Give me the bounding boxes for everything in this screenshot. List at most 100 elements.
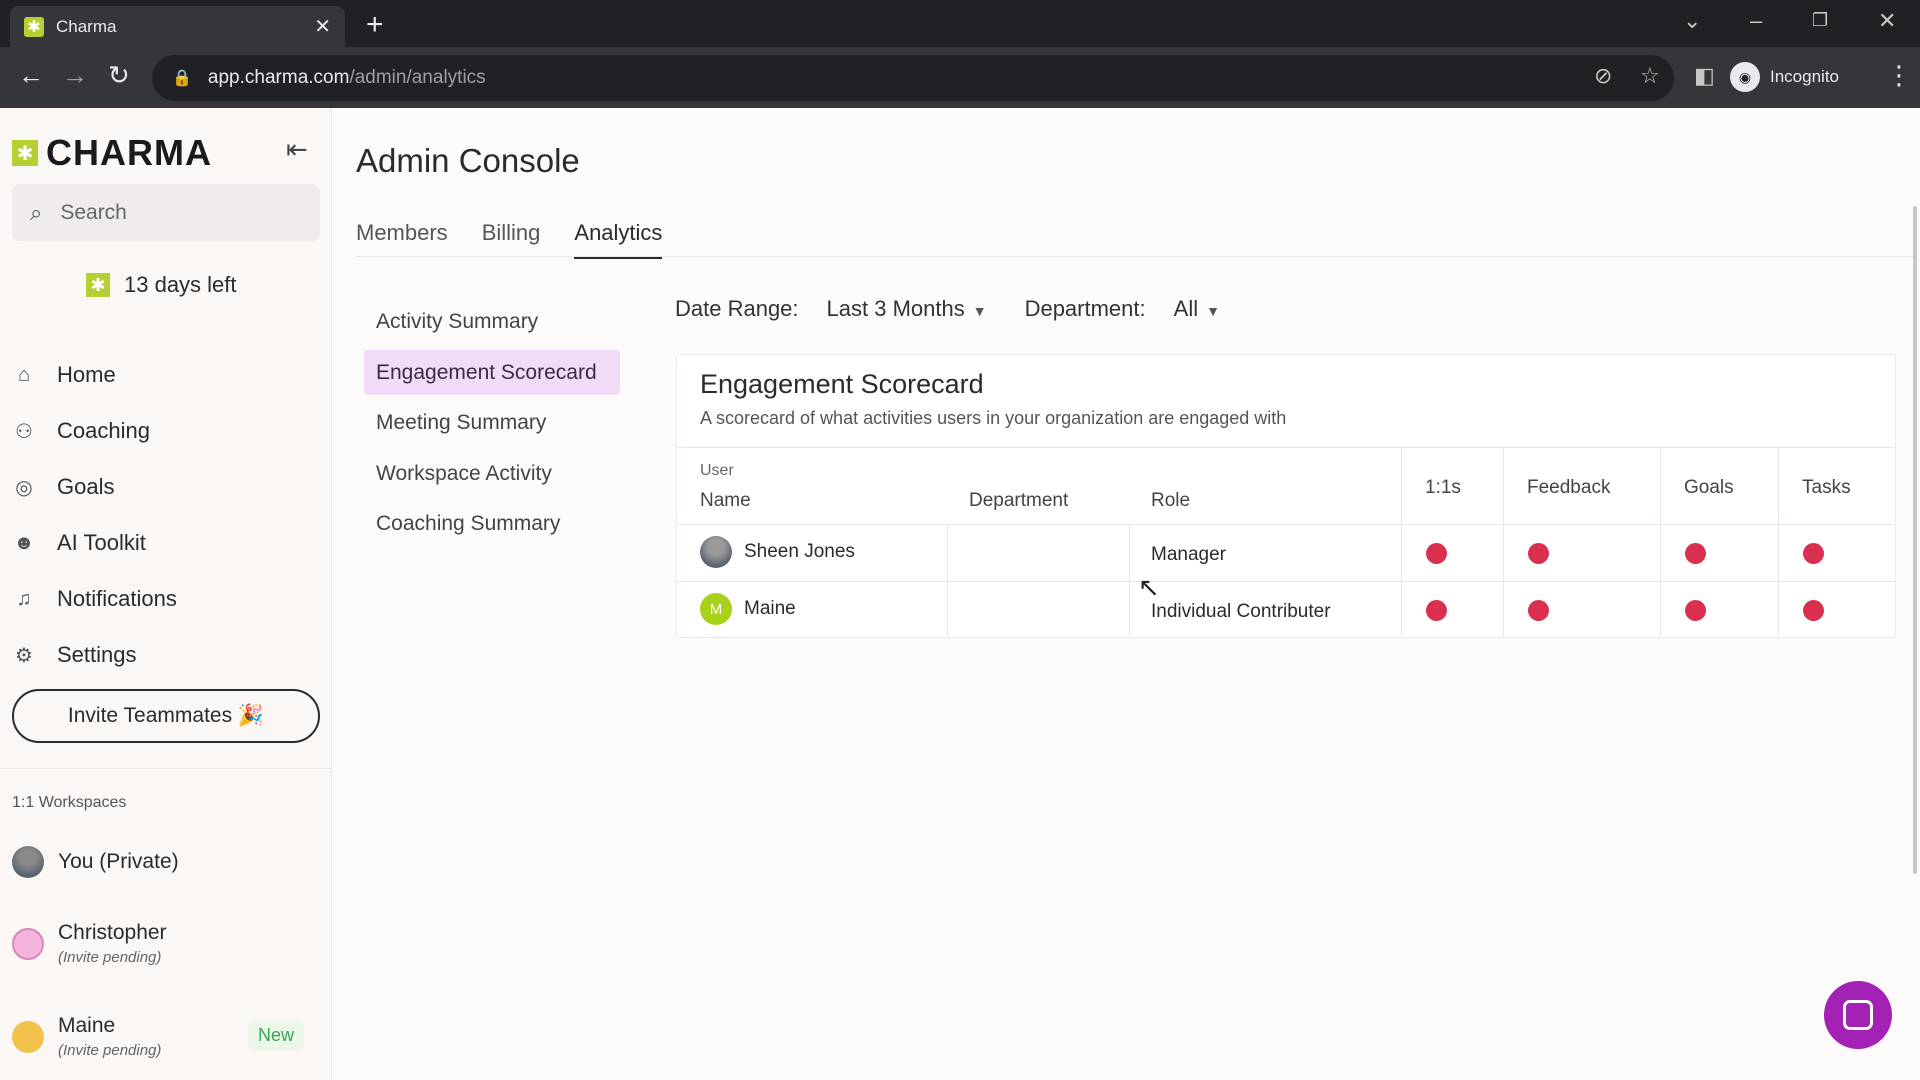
tab-analytics[interactable]: Analytics [574,220,663,259]
sidebar-item-label: Settings [57,642,137,667]
status-dot-feedback [1528,600,1549,621]
back-icon[interactable]: ← [18,60,44,91]
column-header-feedback[interactable]: Feedback [1527,477,1610,499]
department-label: Department: [1024,296,1146,321]
sidebar-item-label: Goals [57,474,115,499]
workspace-name: Christopher [58,921,167,944]
status-dot-goals [1685,600,1706,621]
sidebar-item-ai-toolkit[interactable]: ☻ AI Toolkit [12,523,146,563]
charma-logo[interactable]: ✱ CHARMA [12,132,212,174]
chat-support-button[interactable] [1824,981,1892,1049]
restore-icon[interactable]: ❐ [1812,10,1828,31]
tab-title: Charma [56,16,117,36]
user-name: Sheen Jones [744,541,855,562]
forward-icon[interactable]: → [62,60,88,91]
avatar [12,1020,44,1053]
column-header-department[interactable]: Department [969,490,1068,512]
window-close-icon[interactable]: ✕ [1878,8,1896,34]
subnav-coaching-summary[interactable]: Coaching Summary [364,501,620,546]
browser-menu-icon[interactable]: ⋮ [1886,60,1912,91]
workspace-status: (Invite pending) [58,1042,162,1059]
search-icon: ⌕ [30,199,43,225]
subnav-engagement-scorecard[interactable]: Engagement Scorecard [364,350,620,395]
avatar [12,846,44,878]
column-header-role[interactable]: Role [1151,490,1190,512]
home-icon: ⌂ [17,363,31,386]
charma-favicon-icon: ✱ [24,16,44,37]
page-scrollbar[interactable] [1913,206,1917,874]
workspaces-heading: 1:1 Workspaces [12,794,127,811]
url-host: app.charma.com [207,67,350,88]
department-dropdown[interactable]: All ▼ [1174,296,1220,322]
date-range-value: Last 3 Months [826,296,965,321]
sidebar-item-label: Home [57,362,116,387]
avatar [700,536,732,568]
sidebar-item-label: AI Toolkit [57,530,146,555]
sidebar-item-home[interactable]: ⌂ Home [12,355,116,395]
side-panel-icon[interactable]: ◧ [1694,63,1715,89]
column-divider [1660,448,1661,638]
table-row-name[interactable]: Sheen Jones [700,536,855,568]
sidebar-item-label: Coaching [57,418,150,443]
column-header-1on1s[interactable]: 1:1s [1425,477,1461,499]
row-divider [677,524,1895,525]
column-divider [1778,448,1779,638]
workspace-you-private[interactable]: You (Private) [12,846,179,878]
incognito-label: Incognito [1770,67,1839,86]
invite-teammates-button[interactable]: Invite Teammates 🎉 [12,689,320,743]
subnav-activity-summary[interactable]: Activity Summary [364,299,620,344]
user-group-header: User [700,462,734,479]
column-header-name[interactable]: Name [700,490,751,512]
url-path: /admin/analytics [349,67,486,88]
subnav-workspace-activity[interactable]: Workspace Activity [364,451,620,496]
workspace-maine[interactable]: Maine (Invite pending) [12,1014,161,1059]
search-box[interactable]: ⌕ [12,184,320,241]
browser-tab[interactable]: ✱ Charma ✕ [10,6,345,47]
column-header-goals[interactable]: Goals [1684,477,1734,499]
workspace-name: You (Private) [58,850,179,873]
search-input[interactable] [60,200,281,225]
filters-bar: Date Range: Last 3 Months ▼ Department: A… [675,296,1258,322]
tab-billing[interactable]: Billing [482,220,541,259]
sidebar-item-settings[interactable]: ⚙ Settings [12,635,137,675]
chat-icon [1843,1000,1873,1030]
gear-icon: ⚙ [15,644,33,667]
status-dot-feedback [1528,543,1549,564]
robot-icon: ☻ [13,531,35,554]
avatar: M [700,593,732,625]
reload-icon[interactable]: ↻ [108,60,130,91]
incognito-profile[interactable]: ◉ Incognito [1730,58,1839,96]
goals-icon: ◎ [15,476,33,499]
eye-off-icon[interactable]: ⊘ [1594,63,1612,89]
tab-search-chevron-icon[interactable]: ⌄ [1683,8,1701,34]
date-range-dropdown[interactable]: Last 3 Months ▼ [827,296,987,322]
trial-days-left: 13 days left [124,272,237,297]
new-tab-icon[interactable]: + [366,8,384,42]
bookmark-star-icon[interactable]: ☆ [1640,63,1660,89]
row-divider [677,581,1895,582]
workspace-christopher[interactable]: Christopher (Invite pending) [12,921,167,966]
table-row-name[interactable]: M Maine [700,593,796,625]
workspace-name: Maine [58,1014,116,1037]
sidebar-item-notifications[interactable]: ♫ Notifications [12,579,177,619]
minimize-icon[interactable]: – [1750,8,1762,34]
sidebar-item-coaching[interactable]: ⚇ Coaching [12,411,150,451]
scorecard-table: User Name Department Role 1:1s Feedback … [677,447,1895,638]
sidebar-item-goals[interactable]: ◎ Goals [12,467,114,507]
incognito-icon: ◉ [1730,62,1760,92]
column-header-tasks[interactable]: Tasks [1802,477,1851,499]
user-role: Manager [1151,544,1226,565]
address-bar[interactable]: 🔒 app.charma.com/admin/analytics [152,55,1674,101]
tab-members[interactable]: Members [356,220,448,259]
admin-tabs: Members Billing Analytics [356,220,696,259]
subnav-meeting-summary[interactable]: Meeting Summary [364,400,620,445]
chevron-down-icon: ▼ [1206,303,1220,319]
tab-close-icon[interactable]: ✕ [314,14,331,39]
column-divider [1503,448,1504,638]
sidebar-divider [0,768,331,769]
card-subtitle: A scorecard of what activities users in … [700,408,1287,428]
collapse-sidebar-icon[interactable]: ⇤ [286,134,308,165]
lock-icon: 🔒 [172,70,192,87]
column-divider [1401,448,1402,638]
card-title: Engagement Scorecard [700,369,984,399]
